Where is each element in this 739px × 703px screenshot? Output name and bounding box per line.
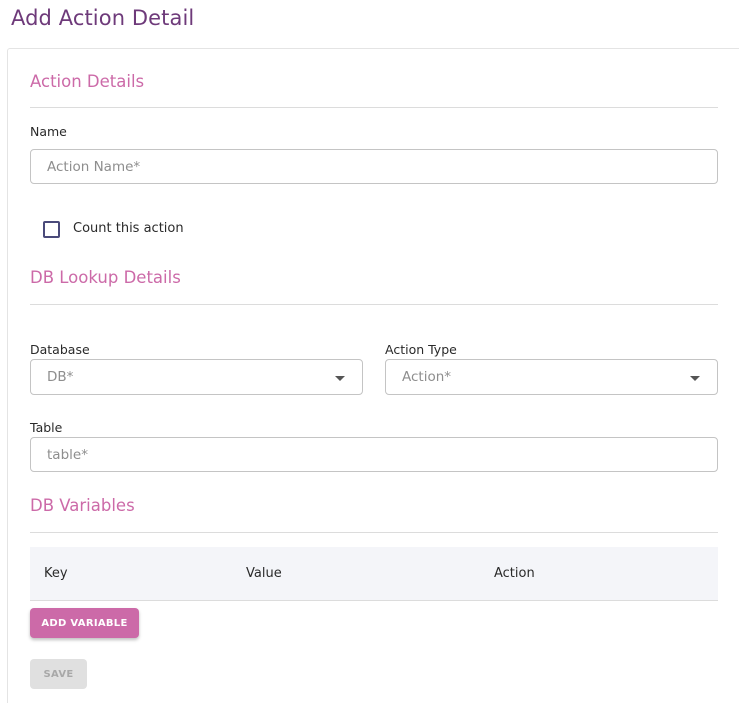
chevron-down-icon (690, 376, 700, 381)
chevron-down-icon (335, 376, 345, 381)
section-heading-db-lookup: DB Lookup Details (30, 268, 181, 287)
database-label: Database (30, 342, 90, 357)
database-select-value: DB* (47, 369, 74, 385)
save-button[interactable]: SAVE (30, 659, 87, 689)
section-heading-action-details: Action Details (30, 72, 145, 91)
section-divider (30, 107, 718, 108)
action-type-label: Action Type (385, 342, 457, 357)
section-divider (30, 304, 718, 305)
action-type-select[interactable]: Action* (385, 359, 718, 395)
column-header-value: Value (246, 566, 282, 581)
action-type-select-value: Action* (402, 369, 452, 385)
section-heading-db-variables: DB Variables (30, 496, 135, 515)
count-action-checkbox[interactable] (43, 221, 60, 238)
section-divider (30, 532, 718, 533)
page-title: Add Action Detail (11, 6, 195, 30)
column-header-key: Key (44, 566, 68, 581)
add-variable-button[interactable]: ADD VARIABLE (30, 608, 139, 638)
variables-table-header: Key Value Action (30, 547, 718, 601)
column-header-action: Action (494, 566, 535, 581)
table-input[interactable] (30, 437, 718, 472)
name-label: Name (30, 124, 67, 139)
action-name-input[interactable] (30, 149, 718, 184)
table-label: Table (30, 420, 63, 435)
count-action-label: Count this action (73, 221, 184, 236)
database-select[interactable]: DB* (30, 359, 363, 395)
